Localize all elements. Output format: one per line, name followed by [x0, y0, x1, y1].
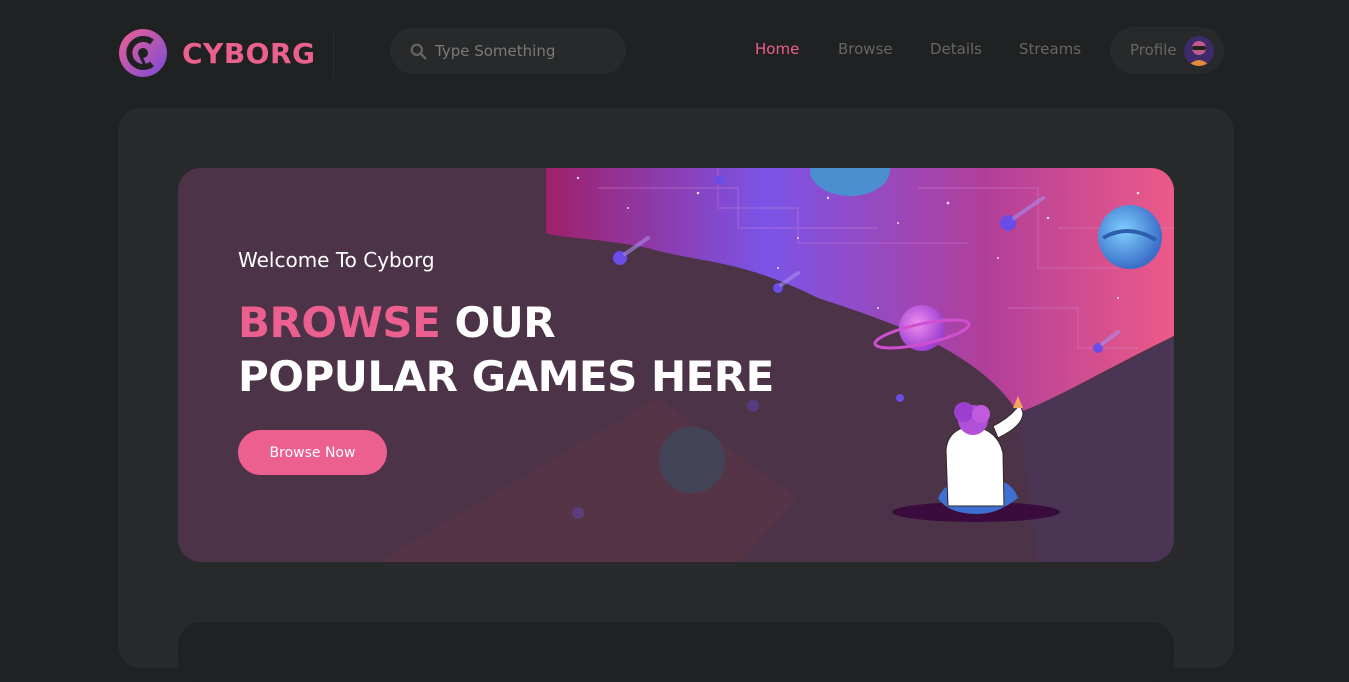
next-section-card [178, 622, 1174, 682]
headline-rest: OUR [454, 298, 556, 347]
search-box[interactable] [390, 28, 626, 74]
search-input[interactable] [435, 42, 615, 60]
profile-button[interactable]: Profile [1110, 27, 1224, 74]
headline-line-2: POPULAR GAMES HERE [238, 352, 774, 401]
headline-highlight: BROWSE [238, 298, 441, 347]
welcome-text: Welcome To Cyborg [238, 248, 435, 272]
hero-banner: Welcome To Cyborg BROWSE OUR POPULAR GAM… [178, 168, 1174, 562]
brand-logo[interactable]: CYBORG [118, 27, 316, 79]
search-icon [410, 43, 427, 59]
nav-item-details[interactable]: Details [930, 40, 982, 58]
nav-item-home[interactable]: Home [755, 40, 799, 58]
nav-item-browse[interactable]: Browse [838, 40, 893, 58]
profile-label: Profile [1130, 41, 1177, 59]
cyborg-logo-icon [119, 29, 167, 77]
nav-item-streams[interactable]: Streams [1019, 40, 1081, 58]
brand-name: CYBORG [182, 36, 316, 70]
banner-headline: BROWSE OUR POPULAR GAMES HERE [238, 296, 774, 404]
top-header: CYBORG Home Browse Details Streams Profi… [0, 0, 1349, 102]
avatar [1184, 36, 1214, 66]
header-divider [333, 30, 334, 78]
browse-now-button[interactable]: Browse Now [238, 430, 387, 475]
